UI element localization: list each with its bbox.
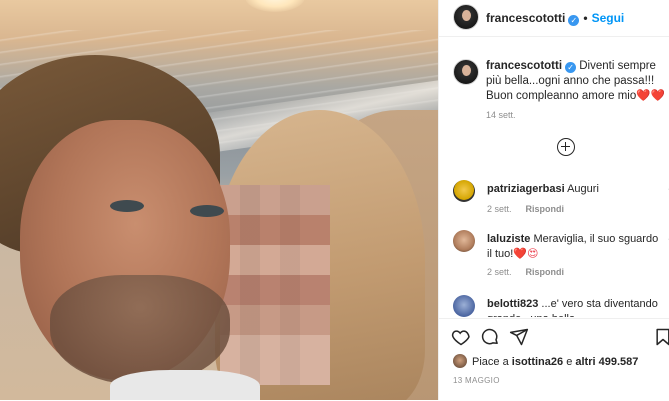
man-eye-left: [110, 200, 144, 212]
caption-time[interactable]: 14 sett.: [486, 110, 516, 120]
comment-meta: 2 sett. Rispondi: [487, 204, 578, 214]
likes-prefix: Piace a: [472, 356, 509, 368]
likes-count[interactable]: altri 499.587: [575, 356, 638, 368]
post-side-panel: francescototti ✓ • Segui francescototti ✓ Di…: [438, 0, 669, 401]
likes-line: Piace a isottina26 e altri 499.587: [453, 354, 638, 368]
shirt: [110, 370, 260, 400]
sunset-sun: [245, 0, 305, 12]
caption-text: francescototti ✓ Diventi sempre più bella…: [486, 59, 669, 104]
comment-item: belotti823 ...e' vero sta diventando gra…: [453, 295, 668, 317]
commenter-username[interactable]: belotti823: [487, 298, 538, 310]
post-photo[interactable]: [0, 0, 438, 400]
caption-hearts: ❤️❤️: [636, 90, 665, 102]
commenter-avatar[interactable]: [453, 180, 475, 202]
comment-time[interactable]: 2 sett.: [487, 267, 512, 277]
plus-circle-icon[interactable]: [557, 138, 575, 156]
comment-text: patriziagerbasi Auguri: [487, 182, 662, 197]
reply-button[interactable]: Rispondi: [526, 204, 565, 214]
commenter-avatar[interactable]: [453, 230, 475, 252]
author-line: francescototti ✓ • Segui: [486, 11, 624, 26]
liker-username[interactable]: isottina26: [512, 356, 563, 368]
commenter-username[interactable]: patriziagerbasi: [487, 183, 565, 195]
share-icon[interactable]: [509, 327, 529, 347]
comment-body: Auguri: [567, 183, 599, 195]
pixelated-face: [220, 185, 330, 385]
post-header: francescototti ✓ • Segui: [439, 0, 669, 37]
separator-dot: •: [583, 11, 588, 25]
comment-emoji: ❤️😍: [513, 248, 539, 260]
reply-button[interactable]: Rispondi: [526, 267, 565, 277]
comment-time[interactable]: 2 sett.: [487, 204, 512, 214]
man-eye-right: [190, 205, 224, 217]
author-avatar[interactable]: [453, 4, 479, 30]
bookmark-icon[interactable]: [653, 327, 669, 347]
follow-button[interactable]: Segui: [592, 11, 625, 25]
comment-text: belotti823 ...e' vero sta diventando gra…: [487, 297, 662, 317]
verified-badge-icon: ✓: [568, 15, 580, 26]
comment-icon[interactable]: [480, 327, 500, 347]
post-actions: Piace a isottina26 e altri 499.587 13 MA…: [439, 318, 669, 401]
comment-meta: 2 sett. Rispondi: [487, 267, 578, 277]
commenter-avatar[interactable]: [453, 295, 475, 317]
caption-avatar[interactable]: [453, 59, 479, 85]
caption-username[interactable]: francescototti: [486, 60, 562, 72]
man-beard: [50, 275, 230, 385]
heart-icon[interactable]: [451, 327, 471, 347]
likes-connector: e: [566, 356, 573, 368]
author-username[interactable]: francescototti: [486, 11, 565, 25]
liker-avatar[interactable]: [453, 354, 467, 368]
commenter-username[interactable]: laluziste: [487, 233, 530, 245]
post-date[interactable]: 13 MAGGIO: [453, 376, 500, 385]
comment-text: laluziste Meraviglia, il suo sguardo il …: [487, 232, 662, 262]
verified-badge-icon: ✓: [565, 62, 577, 73]
